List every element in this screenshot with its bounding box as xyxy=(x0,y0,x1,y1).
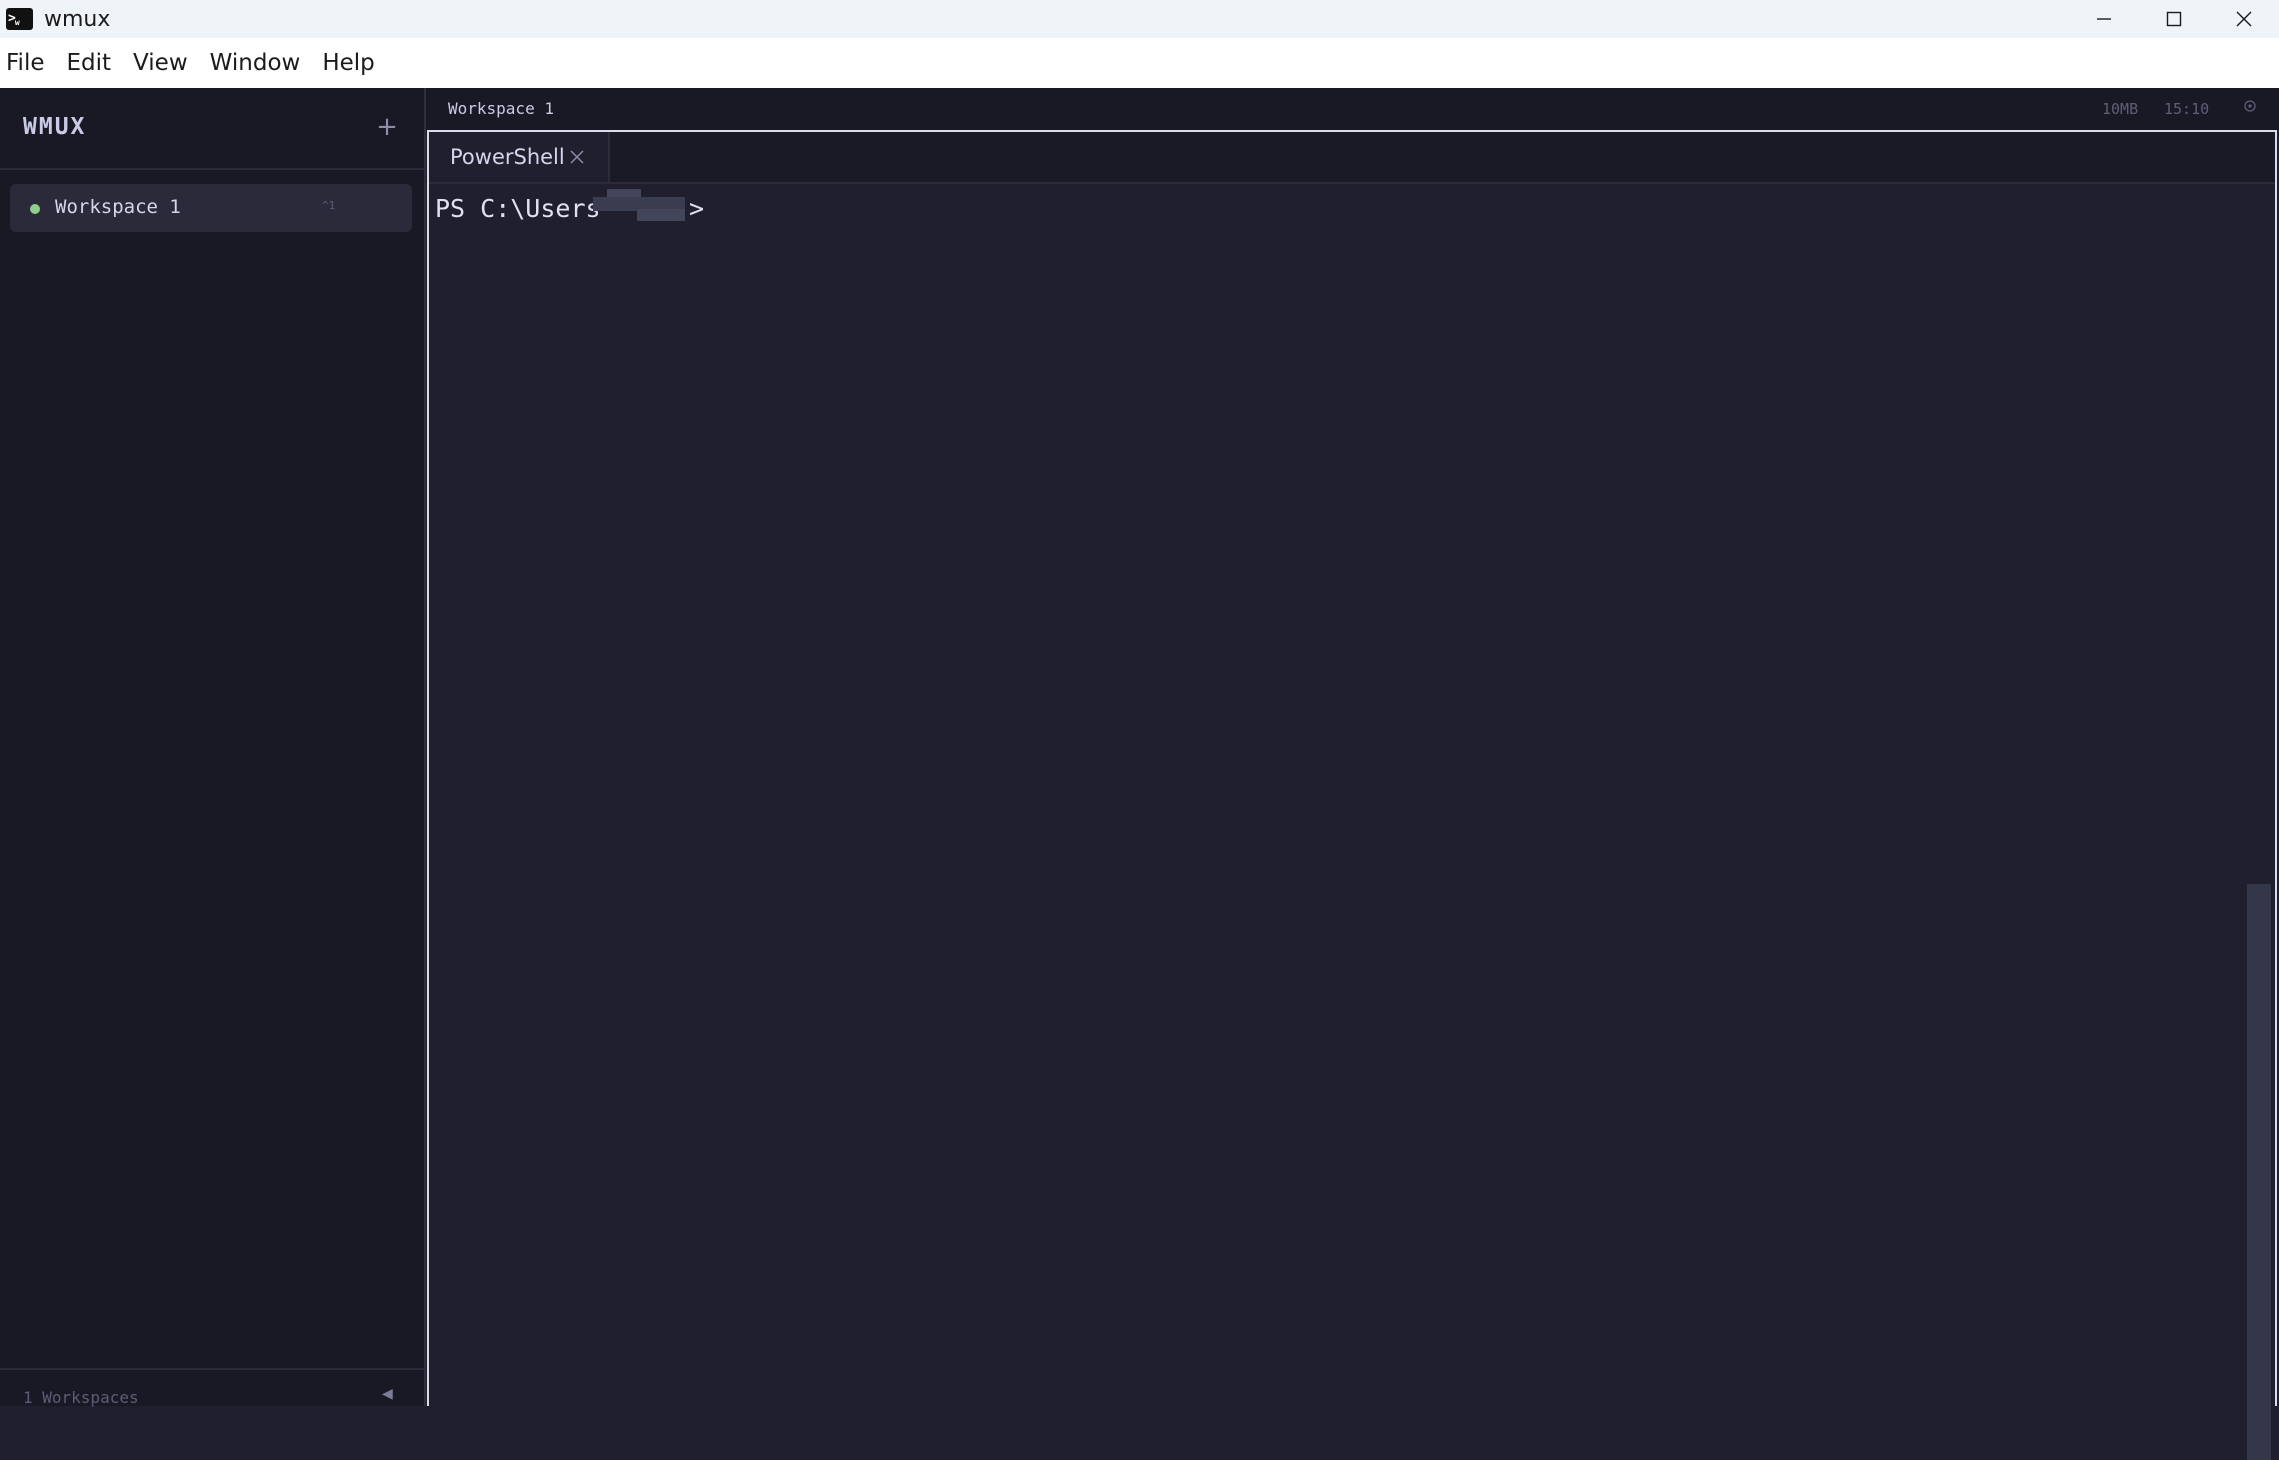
clock: 15:10 xyxy=(2164,100,2210,118)
window-title-bar: >w wmux xyxy=(0,0,2279,38)
workspace-shortcut: ^1 xyxy=(322,199,336,212)
memory-usage: 10MB xyxy=(2102,100,2139,118)
tab-close-button[interactable] xyxy=(567,147,587,167)
redacted-username xyxy=(593,185,685,223)
menu-help[interactable]: Help xyxy=(316,50,390,76)
menu-window[interactable]: Window xyxy=(204,50,317,76)
terminal-pane: PowerShell PS C:\Users > xyxy=(427,130,2277,1460)
maximize-icon xyxy=(2166,11,2182,27)
menu-bar: File Edit View Window Help xyxy=(0,38,2279,88)
collapse-sidebar-icon[interactable]: ◀ xyxy=(382,1386,393,1402)
tab-label: PowerShell xyxy=(450,145,565,169)
workspace-title: Workspace 1 xyxy=(448,99,554,118)
tab-bar: PowerShell xyxy=(429,132,2275,184)
add-workspace-button[interactable]: + xyxy=(374,112,400,142)
settings-button[interactable] xyxy=(2240,96,2260,116)
sidebar-item-workspace-1[interactable]: Workspace 1 ^1 xyxy=(10,184,412,232)
app-brand: WMUX xyxy=(23,114,87,140)
close-icon xyxy=(2236,11,2252,27)
terminal-app-icon: >w xyxy=(6,8,33,30)
minimize-button[interactable] xyxy=(2069,0,2139,38)
window-controls xyxy=(2069,0,2279,38)
sidebar-footer: 1 Workspaces ◀ xyxy=(0,1368,424,1408)
tab-powershell[interactable]: PowerShell xyxy=(429,132,610,182)
prompt-path: PS C:\Users xyxy=(435,194,601,223)
workspace-count: 1 Workspaces xyxy=(23,1388,139,1407)
window-title: wmux xyxy=(44,6,111,32)
menu-view[interactable]: View xyxy=(127,50,204,76)
minimize-icon xyxy=(2097,18,2111,20)
sidebar-header: WMUX + xyxy=(0,88,424,170)
workspace-label: Workspace 1 xyxy=(55,196,181,218)
settings-icon xyxy=(2244,100,2256,112)
menu-edit[interactable]: Edit xyxy=(61,50,128,76)
workspace-status-dot xyxy=(30,204,40,214)
close-button[interactable] xyxy=(2209,0,2279,38)
sidebar: WMUX + Workspace 1 ^1 1 Workspaces ◀ xyxy=(0,88,426,1408)
menu-file[interactable]: File xyxy=(0,50,61,76)
close-icon xyxy=(570,150,584,164)
workspace-header: Workspace 1 10MB 15:10 xyxy=(426,88,2279,130)
terminal-output[interactable]: PS C:\Users > xyxy=(429,184,2275,1460)
maximize-button[interactable] xyxy=(2139,0,2209,38)
prompt-symbol: > xyxy=(689,194,705,223)
terminal-scrollbar[interactable] xyxy=(2247,884,2271,1460)
